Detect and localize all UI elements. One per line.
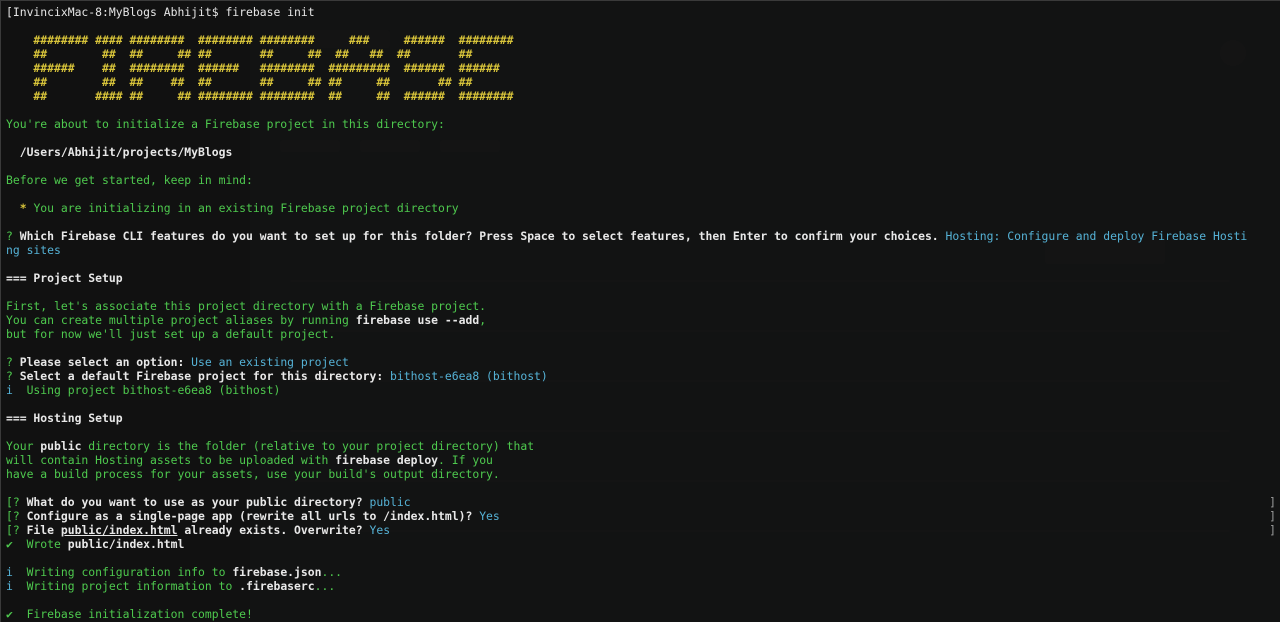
text-part: Your <box>6 439 41 453</box>
question-text: What do you want to use as your public d… <box>26 495 363 509</box>
file-name: .firebaserc <box>239 579 315 593</box>
info-text: Writing configuration info to <box>26 565 233 579</box>
section-heading-project-setup: === Project Setup <box>6 271 123 285</box>
info-line: i Writing configuration info to firebase… <box>6 565 1280 579</box>
associate-text: First, let's associate this project dire… <box>6 299 487 313</box>
logo-line: ## #### ## ## ######## ######## ## ## ##… <box>6 89 514 103</box>
question-mark-icon: ? <box>6 369 20 383</box>
question-default-project: ? Select a default Firebase project for … <box>6 369 1280 383</box>
text-part: will contain Hosting assets to be upload… <box>6 453 336 467</box>
question-text: Select a default Firebase project for th… <box>19 369 384 383</box>
success-text: Firebase initialization complete! <box>26 607 253 621</box>
shell-prompt: [InvincixMac-8:MyBlogs Abhijit$ firebase… <box>6 5 315 19</box>
checkmark-icon: ✔ <box>6 607 27 621</box>
question-answer: public <box>362 495 411 509</box>
question-mark-icon: [? <box>6 495 27 509</box>
bracket-marker: ] <box>1269 495 1276 509</box>
directory-path: /Users/Abhijit/projects/MyBlogs <box>6 145 233 159</box>
section-heading-hosting-setup: === Hosting Setup <box>6 411 123 425</box>
question-mark-icon: [? <box>6 509 27 523</box>
associate-text-part: You can create multiple project aliases … <box>6 313 356 327</box>
before-start-text: Before we get started, keep in mind: <box>6 173 253 187</box>
intro-text: You're about to initialize a Firebase pr… <box>6 117 445 131</box>
public-dir-text: will contain Hosting assets to be upload… <box>6 453 1280 467</box>
info-icon: i <box>6 565 27 579</box>
question-select-option: ? Please select an option: Use an existi… <box>6 355 1280 369</box>
question-answer-wrap: ng sites <box>6 243 61 257</box>
info-line: i Writing project information to .fireba… <box>6 579 1280 593</box>
file-name: firebase.json <box>232 565 322 579</box>
checkmark-icon: ✔ <box>6 537 27 551</box>
question-mark-icon: ? <box>6 229 20 243</box>
success-text: Wrote <box>26 537 68 551</box>
question-mark-icon: ? <box>6 355 20 369</box>
bracket-marker: ] <box>1269 523 1276 537</box>
info-icon: i <box>6 383 27 397</box>
question-mark-icon: [? <box>6 523 27 537</box>
logo-line: ###### ## ######## ###### ######## #####… <box>6 61 500 75</box>
public-dir-text: Your public directory is the folder (rel… <box>6 439 1280 453</box>
firebase-ascii-logo: ######## #### ######## ######## ########… <box>6 33 1280 103</box>
question-text: Please select an option: <box>19 355 185 369</box>
file-name: public/index.html <box>60 523 178 537</box>
question-text: already exists. Overwrite? <box>177 523 363 537</box>
info-text: Writing project information to <box>26 579 240 593</box>
question-answer: bithost-e6ea8 (bithost) <box>383 369 548 383</box>
info-text: ... <box>314 579 336 593</box>
question-overwrite: [? File public/index.html already exists… <box>6 523 1280 537</box>
highlight-text: public <box>40 439 82 453</box>
question-features: ? Which Firebase CLI features do you wan… <box>6 229 1280 243</box>
text-part: . If you <box>438 453 493 467</box>
command-text: firebase use --add <box>355 313 480 327</box>
question-answer: Yes <box>472 509 500 523</box>
question-answer: Hosting: Configure and deploy Firebase H… <box>938 229 1248 243</box>
bracket-marker: ] <box>1269 509 1276 523</box>
public-dir-text: have a build process for your assets, us… <box>6 467 500 481</box>
logo-line: ######## #### ######## ######## ########… <box>6 33 514 47</box>
warning-text: You are initializing in an existing Fire… <box>33 201 459 215</box>
question-answer: Yes <box>362 523 391 537</box>
associate-text: but for now we'll just set up a default … <box>6 327 336 341</box>
warning-line: * You are initializing in an existing Fi… <box>6 201 1280 215</box>
terminal-window[interactable]: [InvincixMac-8:MyBlogs Abhijit$ firebase… <box>0 0 1280 622</box>
success-line: ✔ Firebase initialization complete! <box>6 607 1280 621</box>
info-icon: i <box>6 579 27 593</box>
file-name: public/index.html <box>67 537 185 551</box>
question-text: Which Firebase CLI features do you want … <box>19 229 939 243</box>
warning-bullet: * <box>6 201 34 215</box>
question-single-page-app: [? Configure as a single-page app (rewri… <box>6 509 1280 523</box>
question-text: File <box>26 523 61 537</box>
logo-line: ## ## ## ## ## ## ## ## ## ## ## <box>6 75 473 89</box>
question-answer: Use an existing project <box>184 355 349 369</box>
info-text: ... <box>321 565 343 579</box>
info-text: Using project bithost-e6ea8 (bithost) <box>26 383 281 397</box>
success-line: ✔ Wrote public/index.html <box>6 537 1280 551</box>
question-public-directory: [? What do you want to use as your publi… <box>6 495 1280 509</box>
info-line: i Using project bithost-e6ea8 (bithost) <box>6 383 1280 397</box>
associate-text: You can create multiple project aliases … <box>6 313 1280 327</box>
logo-line: ## ## ## ## ## ## ## ## ## ## ## <box>6 47 473 61</box>
command-text: firebase deploy <box>335 453 439 467</box>
text-part: directory is the folder (relative to you… <box>81 439 535 453</box>
associate-text-part: , <box>479 313 487 327</box>
question-text: Configure as a single-page app (rewrite … <box>26 509 473 523</box>
